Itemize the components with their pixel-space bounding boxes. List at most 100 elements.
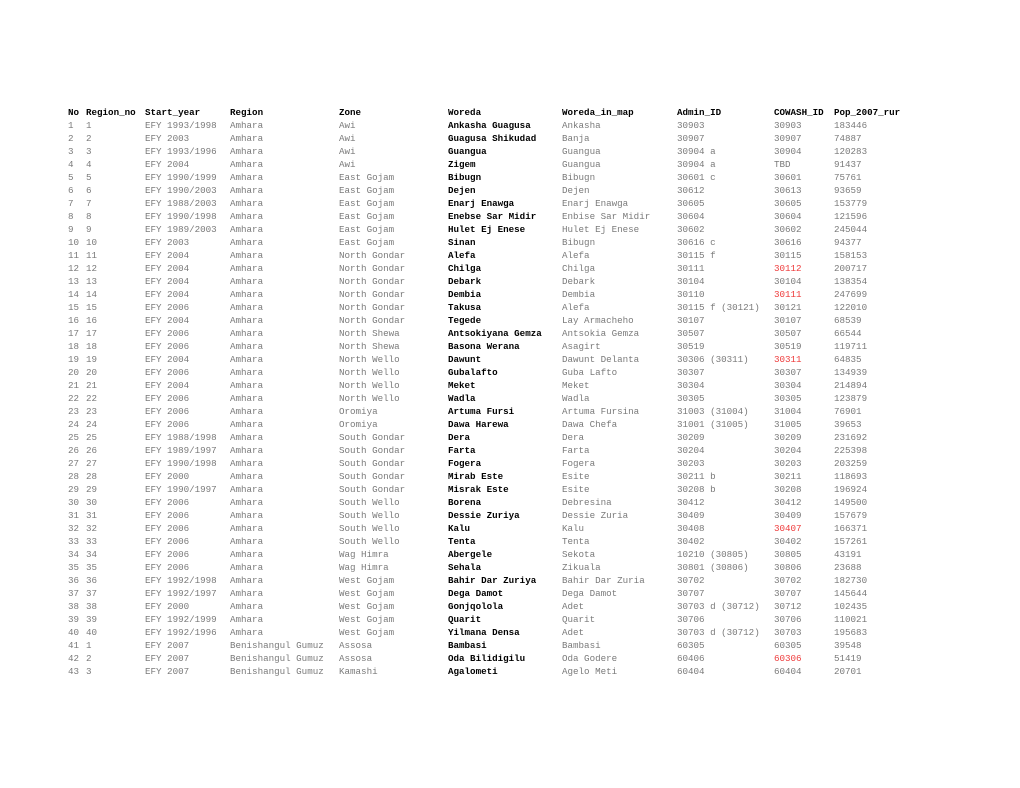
cell-woreda-in-map: Tenta bbox=[562, 536, 590, 547]
cell-no: 6 bbox=[68, 185, 74, 196]
table-row: 14 14 EFY 2004 Amhara North Gondar Dembia Demb… bbox=[0, 288, 1020, 301]
cell-no: 18 bbox=[68, 341, 80, 352]
cell-woreda-in-map: Antsokia Gemza bbox=[562, 328, 640, 339]
cell-no: 43 bbox=[68, 666, 80, 677]
cell-pop-2007-rur: 64835 bbox=[834, 354, 862, 365]
cell-woreda-in-map: Meket bbox=[562, 380, 590, 391]
cell-start-year: EFY 2004 bbox=[145, 263, 190, 274]
cell-cowash-id: 30121 bbox=[774, 302, 802, 313]
cell-pop-2007-rur: 225398 bbox=[834, 445, 868, 456]
cell-woreda: Takusa bbox=[448, 302, 482, 313]
cell-admin-id: 30605 bbox=[677, 198, 705, 209]
cell-woreda: Bahir Dar Zuriya bbox=[448, 575, 537, 586]
cell-woreda-in-map: Fogera bbox=[562, 458, 596, 469]
table-row: 1 1 EFY 1993/1998 Amhara Awi Ankasha Guagusa A… bbox=[0, 119, 1020, 132]
cell-admin-id: 30412 bbox=[677, 497, 705, 508]
cell-woreda: Guagusa Shikudad bbox=[448, 133, 537, 144]
cell-pop-2007-rur: 118693 bbox=[834, 471, 868, 482]
cell-admin-id: 10210 (30805) bbox=[677, 549, 749, 560]
cell-cowash-id: 31005 bbox=[774, 419, 802, 430]
table-row: 30 30 EFY 2006 Amhara South Wello Borena Debre… bbox=[0, 496, 1020, 509]
cell-pop-2007-rur: 94377 bbox=[834, 237, 862, 248]
cell-start-year: EFY 1990/1998 bbox=[145, 211, 217, 222]
cell-region-no: 11 bbox=[86, 250, 98, 261]
cell-zone: Wag Himra bbox=[339, 549, 389, 560]
cell-cowash-id: 30907 bbox=[774, 133, 802, 144]
cell-cowash-id: 30115 bbox=[774, 250, 802, 261]
cell-start-year: EFY 2004 bbox=[145, 250, 190, 261]
cell-zone: Assosa bbox=[339, 653, 373, 664]
cell-pop-2007-rur: 74887 bbox=[834, 133, 862, 144]
cell-region-no: 29 bbox=[86, 484, 98, 495]
cell-woreda-in-map: Agelo Meti bbox=[562, 666, 618, 677]
cell-pop-2007-rur: 203259 bbox=[834, 458, 868, 469]
cell-pop-2007-rur: 120283 bbox=[834, 146, 868, 157]
cell-woreda: Zigem bbox=[448, 159, 476, 170]
cell-region-no: 10 bbox=[86, 237, 98, 248]
cell-woreda-in-map: Alefa bbox=[562, 302, 590, 313]
cell-woreda: Enebse Sar Midir bbox=[448, 211, 537, 222]
cell-pop-2007-rur: 123879 bbox=[834, 393, 868, 404]
cell-region-no: 3 bbox=[86, 146, 92, 157]
cell-region: Benishangul Gumuz bbox=[230, 640, 324, 651]
cell-region-no: 15 bbox=[86, 302, 98, 313]
cell-woreda-in-map: Esite bbox=[562, 484, 590, 495]
cell-region: Amhara bbox=[230, 380, 264, 391]
cell-region-no: 28 bbox=[86, 471, 98, 482]
cell-region: Amhara bbox=[230, 588, 264, 599]
cell-zone: North Wello bbox=[339, 354, 400, 365]
cell-region-no: 9 bbox=[86, 224, 92, 235]
table-row: 34 34 EFY 2006 Amhara Wag Himra Abergele Sekot… bbox=[0, 548, 1020, 561]
cell-cowash-id: TBD bbox=[774, 159, 791, 170]
header-woreda: Woreda bbox=[448, 107, 482, 118]
cell-woreda: Farta bbox=[448, 445, 476, 456]
table-row: 42 2 EFY 2007 Benishangul Gumuz Assosa Oda Bi… bbox=[0, 652, 1020, 665]
cell-pop-2007-rur: 20701 bbox=[834, 666, 862, 677]
cell-zone: North Gondar bbox=[339, 289, 406, 300]
cell-region-no: 13 bbox=[86, 276, 98, 287]
cell-admin-id: 30907 bbox=[677, 133, 705, 144]
cell-region: Amhara bbox=[230, 289, 264, 300]
cell-woreda: Tegede bbox=[448, 315, 482, 326]
cell-region-no: 12 bbox=[86, 263, 98, 274]
cell-start-year: EFY 2006 bbox=[145, 510, 190, 521]
table-row: 40 40 EFY 1992/1996 Amhara West Gojam Yilmana… bbox=[0, 626, 1020, 639]
cell-woreda-in-map: Debark bbox=[562, 276, 596, 287]
cell-woreda-in-map: Ankasha bbox=[562, 120, 601, 131]
cell-no: 11 bbox=[68, 250, 80, 261]
cell-region-no: 19 bbox=[86, 354, 98, 365]
cell-start-year: EFY 1988/1998 bbox=[145, 432, 217, 443]
cell-admin-id: 30707 bbox=[677, 588, 705, 599]
cell-woreda: Antsokiyana Gemza bbox=[448, 328, 542, 339]
cell-zone: West Gojam bbox=[339, 627, 395, 638]
header-region-no: Region_no bbox=[86, 107, 136, 118]
cell-start-year: EFY 2006 bbox=[145, 562, 190, 573]
cell-region: Amhara bbox=[230, 458, 264, 469]
cell-region: Amhara bbox=[230, 302, 264, 313]
spreadsheet-page: No Region_no Start_year Region Zone Wore… bbox=[0, 0, 1020, 788]
cell-woreda-in-map: Esite bbox=[562, 471, 590, 482]
cell-admin-id: 30211 b bbox=[677, 471, 716, 482]
cell-no: 5 bbox=[68, 172, 74, 183]
cell-admin-id: 30110 bbox=[677, 289, 705, 300]
cell-woreda: Meket bbox=[448, 380, 476, 391]
cell-pop-2007-rur: 200717 bbox=[834, 263, 868, 274]
cell-admin-id: 30507 bbox=[677, 328, 705, 339]
cell-no: 36 bbox=[68, 575, 80, 586]
table-row: 19 19 EFY 2004 Amhara North Wello Dawunt Dawun… bbox=[0, 353, 1020, 366]
cell-start-year: EFY 2006 bbox=[145, 536, 190, 547]
cell-pop-2007-rur: 157679 bbox=[834, 510, 868, 521]
cell-woreda: Quarit bbox=[448, 614, 482, 625]
cell-start-year: EFY 1988/2003 bbox=[145, 198, 217, 209]
cell-woreda: Debark bbox=[448, 276, 482, 287]
cell-woreda-in-map: Adet bbox=[562, 601, 585, 612]
cell-cowash-id: 30706 bbox=[774, 614, 802, 625]
cell-start-year: EFY 2004 bbox=[145, 315, 190, 326]
cell-no: 38 bbox=[68, 601, 80, 612]
cell-start-year: EFY 2006 bbox=[145, 549, 190, 560]
cell-woreda-in-map: Zikuala bbox=[562, 562, 601, 573]
cell-cowash-id: 30112 bbox=[774, 263, 802, 274]
table-row: 28 28 EFY 2000 Amhara South Gondar Mirab Este… bbox=[0, 470, 1020, 483]
cell-region: Amhara bbox=[230, 354, 264, 365]
cell-cowash-id: 30806 bbox=[774, 562, 802, 573]
